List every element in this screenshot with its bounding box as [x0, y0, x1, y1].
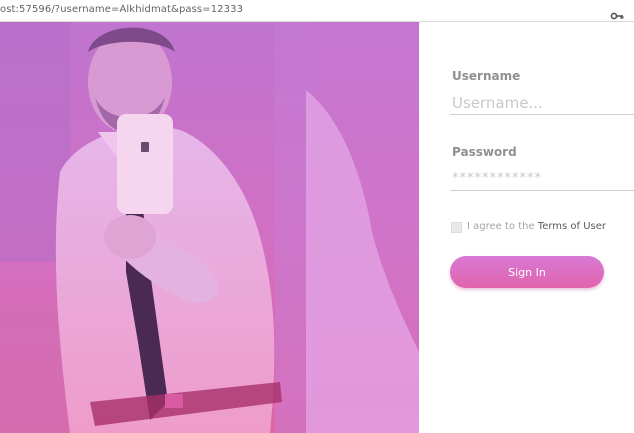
username-label: Username: [452, 69, 521, 83]
man-selfie-illustration: [0, 22, 419, 433]
password-label: Password: [452, 145, 517, 159]
hero-photo: [0, 22, 419, 433]
terms-agreement-text: I agree to the Terms of User: [467, 221, 606, 232]
login-form: Username Password I agree to the Terms o…: [419, 22, 634, 433]
agree-label: I agree to the: [467, 221, 538, 232]
key-icon[interactable]: [610, 6, 624, 20]
sign-in-button[interactable]: Sign In: [450, 256, 604, 288]
password-input[interactable]: [450, 167, 634, 191]
address-url[interactable]: ost:57596/?username=Alkhidmat&pass=12333: [0, 4, 243, 15]
username-input[interactable]: [450, 91, 634, 115]
terms-link[interactable]: Terms of User: [538, 221, 606, 232]
address-bar[interactable]: ost:57596/?username=Alkhidmat&pass=12333: [0, 0, 634, 22]
terms-checkbox[interactable]: [451, 222, 462, 233]
